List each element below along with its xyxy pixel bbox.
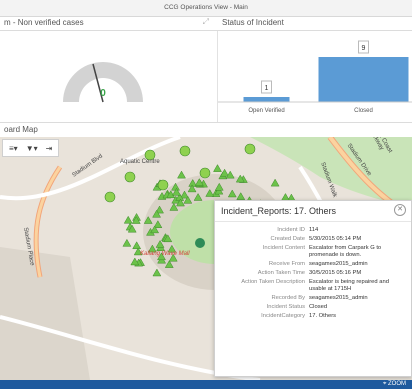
non-verified-cases-panel: m - Non verified cases ⤢ 0 bbox=[0, 17, 218, 122]
dashboard-map[interactable]: Aquatic Centre Kallang Wave Mall Stadium… bbox=[0, 137, 412, 380]
filter-icon[interactable]: ▼▾ bbox=[26, 144, 38, 153]
map-panel-title: oard Map bbox=[4, 125, 38, 134]
popup-field-value: 5/30/2015 05:14 PM bbox=[309, 236, 362, 242]
status-bar: ⌖ ZOOM bbox=[0, 380, 412, 389]
selected-incident-marker[interactable] bbox=[195, 238, 205, 248]
map-label-aquatic: Aquatic Centre bbox=[120, 159, 160, 165]
popup-field-label: Incident Status bbox=[266, 304, 305, 310]
popup-field-label: IncidentCategory bbox=[261, 313, 305, 319]
cluster-marker[interactable] bbox=[104, 191, 116, 203]
popup-field-value: Escalator from Carpark G to promenade is… bbox=[309, 245, 382, 258]
popup-field-row: Created Date 5/30/2015 05:14 PM bbox=[219, 236, 407, 243]
popup-field-value: seagames2015_admin bbox=[309, 295, 368, 301]
popup-field-value: 17. Others bbox=[309, 313, 337, 319]
cluster-marker[interactable] bbox=[244, 143, 256, 155]
cluster-marker[interactable] bbox=[199, 167, 211, 179]
popup-field-row: Receive From seagames2015_admin bbox=[219, 261, 407, 268]
popup-field-value: 114 bbox=[309, 227, 319, 233]
export-icon[interactable]: ⇥ bbox=[46, 144, 53, 153]
category-label: Closed bbox=[354, 108, 373, 114]
close-icon[interactable]: ✕ bbox=[394, 204, 406, 216]
popup-field-label: Recorded By bbox=[271, 295, 305, 301]
data-label: 1 bbox=[265, 85, 269, 92]
data-label: 9 bbox=[362, 45, 366, 52]
popup-field-row: Action Taken Description Escalator is bei… bbox=[219, 279, 407, 293]
category-label: Open Verified bbox=[248, 108, 284, 114]
popup-field-label: Action Taken Time bbox=[257, 270, 305, 276]
popup-field-value: 30/5/2015 05:16 PM bbox=[309, 270, 362, 276]
expand-icon[interactable]: ⤢ bbox=[203, 17, 209, 27]
panel-title: m - Non verified cases bbox=[4, 18, 84, 27]
popup-field-row: Incident Content Escalator from Carpark G… bbox=[219, 245, 407, 259]
popup-title: Incident_Reports: 17. Others bbox=[215, 201, 411, 222]
status-of-incident-panel: Status of Incident 1 Open Verified 9 Closed bbox=[218, 18, 412, 122]
incident-popup: Incident_Reports: 17. Others ✕ Incident … bbox=[214, 200, 412, 377]
popup-field-row: IncidentCategory 17. Others bbox=[219, 313, 407, 320]
panel-title: Status of Incident bbox=[222, 18, 284, 27]
map-label-kallang: Kallang Wave Mall bbox=[140, 251, 190, 257]
cluster-marker[interactable] bbox=[124, 171, 136, 183]
popup-field-value: seagames2015_admin bbox=[309, 261, 368, 267]
map-toolbar: ≡▾ ▼▾ ⇥ bbox=[2, 139, 60, 157]
cluster-marker[interactable] bbox=[179, 145, 191, 157]
popup-field-value: Escalator is being repaired and usable a… bbox=[309, 279, 389, 292]
bar-closed[interactable] bbox=[318, 57, 409, 102]
gauge-value: 0 bbox=[100, 88, 106, 99]
popup-field-label: Created Date bbox=[270, 236, 305, 242]
divider bbox=[0, 122, 412, 123]
popup-field-row: Action Taken Time 30/5/2015 05:16 PM bbox=[219, 270, 407, 277]
popup-field-row: Incident Status Closed bbox=[219, 304, 407, 311]
status-bar-chart: 1 Open Verified 9 Closed bbox=[218, 40, 412, 114]
popup-field-label: Action Taken Description bbox=[241, 279, 305, 285]
cluster-marker[interactable] bbox=[157, 179, 169, 191]
popup-field-row: Recorded By seagames2015_admin bbox=[219, 295, 407, 302]
zoom-button[interactable]: ⌖ ZOOM bbox=[383, 380, 406, 389]
window-title: CCG Operations View - Main bbox=[0, 0, 412, 17]
popup-field-label: Receive From bbox=[268, 261, 305, 267]
popup-field-label: Incident Content bbox=[262, 245, 305, 251]
popup-field-value: Closed bbox=[309, 304, 328, 310]
gauge-chart bbox=[63, 62, 143, 103]
popup-field-label: Incident ID bbox=[277, 227, 305, 233]
zoom-label: ZOOM bbox=[388, 381, 406, 387]
divider bbox=[0, 30, 412, 31]
bar-open-verified[interactable] bbox=[243, 97, 290, 102]
popup-field-row: Incident ID 114 bbox=[219, 227, 407, 234]
layers-icon[interactable]: ≡▾ bbox=[9, 144, 18, 153]
